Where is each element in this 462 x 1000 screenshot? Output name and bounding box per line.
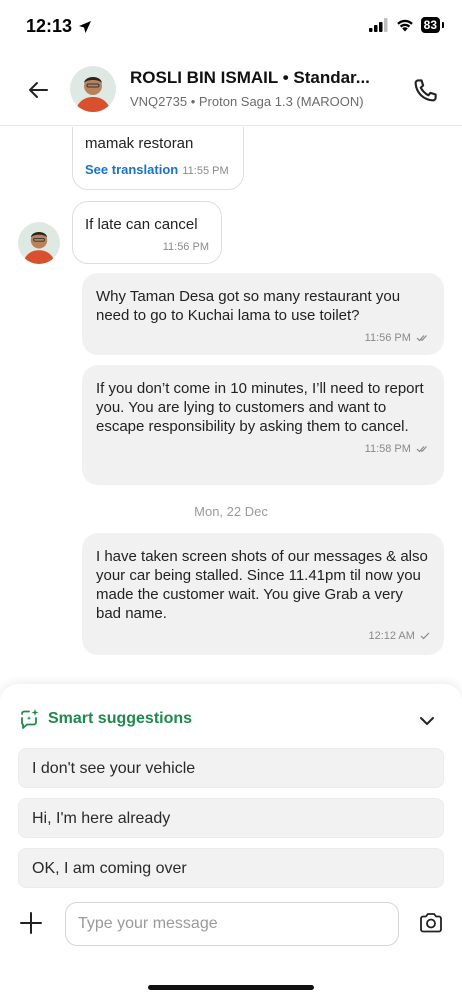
message-text: Why Taman Desa got so many restaurant yo…	[96, 288, 401, 324]
plus-icon	[20, 912, 42, 934]
message-time: 11:56 PM	[364, 332, 411, 344]
chat-header: ROSLI BIN ISMAIL • Standar... VNQ2735 • …	[0, 52, 462, 126]
smart-suggestions-header: Smart suggestions	[18, 708, 192, 730]
outgoing-message[interactable]: If you don’t come in 10 minutes, I’ll ne…	[82, 365, 444, 485]
cellular-signal-icon	[368, 18, 388, 32]
see-translation-link[interactable]: See translation	[85, 162, 178, 177]
suggestion-chip[interactable]: OK, I am coming over	[18, 848, 444, 888]
home-indicator	[148, 985, 314, 990]
camera-icon	[420, 913, 442, 933]
wifi-icon	[396, 19, 413, 32]
arrow-left-icon	[29, 82, 48, 98]
incoming-message[interactable]: If late can cancel 11:56 PM	[72, 201, 222, 264]
double-check-icon	[416, 335, 427, 342]
driver-avatar[interactable]	[70, 66, 116, 112]
incoming-message[interactable]: mamak restoran See translation 11:55 PM	[72, 127, 244, 190]
vehicle-info: VNQ2735 • Proton Saga 1.3 (MAROON)	[130, 94, 364, 109]
status-time-text: 12:13	[26, 16, 73, 36]
message-time: 11:58 PM	[364, 443, 411, 455]
message-text: If late can cancel	[85, 216, 198, 233]
message-time: 11:55 PM	[182, 165, 229, 177]
outgoing-message[interactable]: Why Taman Desa got so many restaurant yo…	[82, 273, 444, 355]
message-input[interactable]	[65, 902, 399, 946]
date-separator: Mon, 22 Dec	[194, 504, 268, 519]
check-icon	[420, 632, 430, 640]
battery-indicator: 83	[420, 17, 445, 33]
message-status: 11:58 PM	[96, 440, 430, 459]
status-bar: 12:13 83	[0, 0, 462, 52]
chat-thread[interactable]: mamak restoran See translation 11:55 PM …	[0, 127, 462, 687]
message-time: 12:12 AM	[368, 630, 415, 642]
driver-photo-icon	[18, 222, 60, 264]
sparkle-chat-icon	[21, 709, 39, 729]
suggestion-chip[interactable]: Hi, I'm here already	[18, 798, 444, 838]
camera-button[interactable]	[418, 910, 444, 936]
smart-suggestions-title: Smart suggestions	[48, 710, 193, 727]
message-composer	[0, 890, 462, 960]
driver-name: ROSLI BIN ISMAIL • Standar...	[130, 68, 370, 87]
back-button[interactable]	[22, 74, 54, 106]
message-text: If you don’t come in 10 minutes, I’ll ne…	[96, 380, 424, 435]
status-time: 12:13	[26, 16, 92, 37]
outgoing-message[interactable]: I have taken screen shots of our message…	[82, 533, 444, 655]
suggestion-chip[interactable]: I don't see your vehicle	[18, 748, 444, 788]
phone-icon	[414, 79, 437, 102]
message-status: 12:12 AM	[96, 627, 430, 646]
message-status: 11:56 PM	[96, 329, 430, 348]
sender-avatar	[18, 222, 60, 264]
chevron-down-icon	[420, 717, 434, 725]
add-attachment-button[interactable]	[18, 910, 44, 936]
call-button[interactable]	[410, 76, 440, 106]
location-arrow-icon	[79, 20, 92, 33]
status-icons: 83	[368, 17, 445, 33]
driver-photo-icon	[70, 66, 116, 112]
collapse-suggestions-button[interactable]	[416, 710, 438, 732]
message-time: 11:56 PM	[162, 241, 209, 253]
message-text: I have taken screen shots of our message…	[96, 548, 428, 622]
message-text: mamak restoran	[85, 135, 194, 152]
double-check-icon	[416, 446, 427, 453]
